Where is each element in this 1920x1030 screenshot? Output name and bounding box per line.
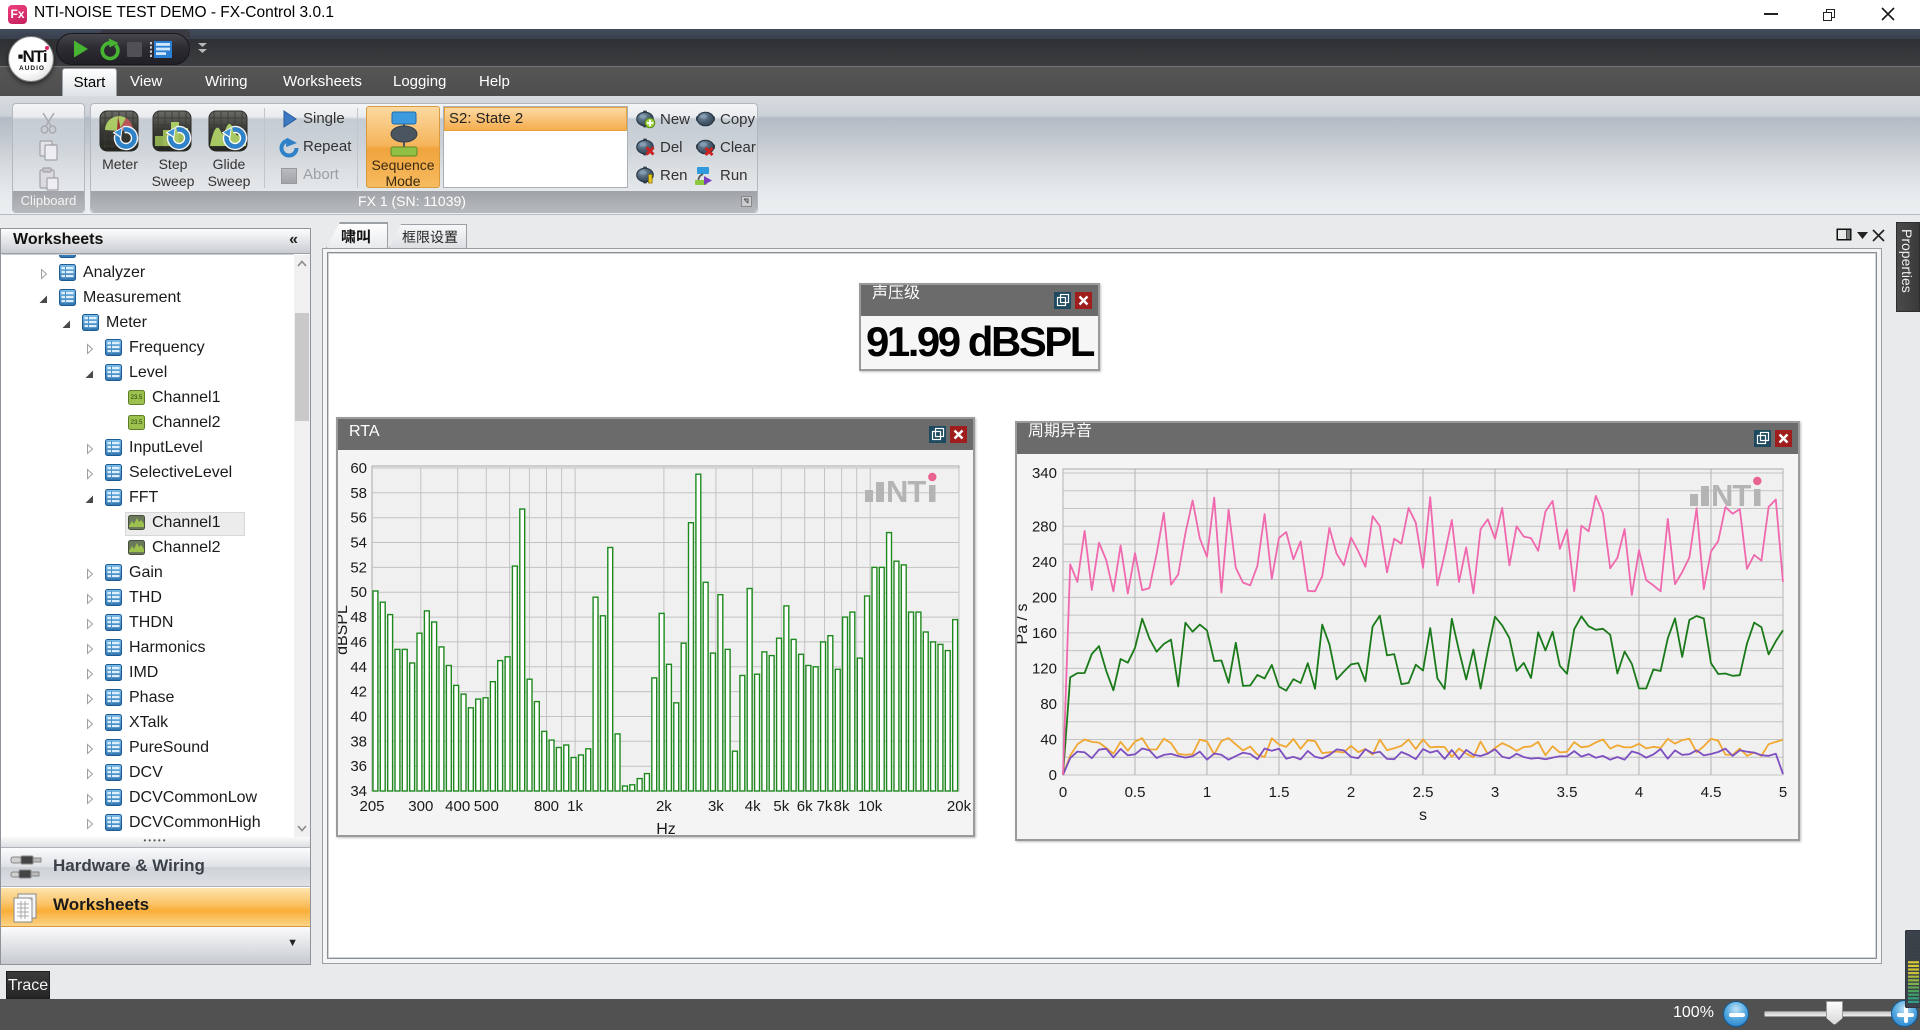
svg-text:4: 4 bbox=[1635, 784, 1643, 801]
svg-text:23.5: 23.5 bbox=[131, 420, 143, 426]
svg-text:5: 5 bbox=[1779, 784, 1787, 801]
svg-text:36: 36 bbox=[350, 758, 367, 775]
svg-text:40: 40 bbox=[350, 709, 367, 726]
svg-text:120: 120 bbox=[1032, 660, 1057, 677]
svg-text:200: 200 bbox=[1032, 589, 1057, 606]
svg-text:Pa / s: Pa / s bbox=[1017, 604, 1031, 645]
svg-text:340: 340 bbox=[1032, 465, 1057, 482]
svg-text:23.5: 23.5 bbox=[131, 395, 143, 401]
svg-text:NT: NT bbox=[1711, 478, 1751, 508]
svg-text:3: 3 bbox=[1491, 784, 1499, 801]
svg-text:s: s bbox=[1419, 807, 1427, 824]
svg-text:280: 280 bbox=[1032, 518, 1057, 535]
svg-text:50: 50 bbox=[350, 584, 367, 601]
svg-text:NT: NT bbox=[886, 474, 926, 504]
svg-text:0.5: 0.5 bbox=[1125, 784, 1146, 801]
svg-text:58: 58 bbox=[350, 485, 367, 502]
svg-text:400: 400 bbox=[445, 798, 470, 815]
svg-text:160: 160 bbox=[1032, 625, 1057, 642]
svg-text:54: 54 bbox=[350, 535, 367, 552]
svg-text:7k: 7k bbox=[817, 798, 833, 815]
svg-text:6k: 6k bbox=[797, 798, 813, 815]
svg-text:Hz: Hz bbox=[656, 821, 676, 834]
svg-text:3.5: 3.5 bbox=[1557, 784, 1578, 801]
svg-text:52: 52 bbox=[350, 559, 367, 576]
svg-text:3k: 3k bbox=[708, 798, 724, 815]
svg-text:300: 300 bbox=[408, 798, 433, 815]
svg-text:205: 205 bbox=[359, 798, 384, 815]
svg-text:800: 800 bbox=[534, 798, 559, 815]
svg-text:1: 1 bbox=[1203, 784, 1211, 801]
svg-text:20k: 20k bbox=[947, 798, 972, 815]
svg-text:44: 44 bbox=[350, 659, 367, 676]
svg-text:8k: 8k bbox=[834, 798, 850, 815]
svg-text:1k: 1k bbox=[567, 798, 583, 815]
svg-text:2.5: 2.5 bbox=[1413, 784, 1434, 801]
svg-text:1.5: 1.5 bbox=[1269, 784, 1290, 801]
svg-text:80: 80 bbox=[1040, 696, 1057, 713]
svg-text:42: 42 bbox=[350, 684, 367, 701]
svg-text:0: 0 bbox=[1059, 784, 1067, 801]
svg-text:5k: 5k bbox=[773, 798, 789, 815]
svg-text:46: 46 bbox=[350, 634, 367, 651]
svg-text:2: 2 bbox=[1347, 784, 1355, 801]
svg-text:48: 48 bbox=[350, 609, 367, 626]
svg-text:240: 240 bbox=[1032, 554, 1057, 571]
svg-text:0: 0 bbox=[1049, 767, 1057, 784]
svg-text:4.5: 4.5 bbox=[1701, 784, 1722, 801]
svg-text:4k: 4k bbox=[745, 798, 761, 815]
svg-text:56: 56 bbox=[350, 510, 367, 527]
svg-text:38: 38 bbox=[350, 733, 367, 750]
svg-text:dBSPL: dBSPL bbox=[338, 605, 351, 655]
svg-text:2k: 2k bbox=[656, 798, 672, 815]
svg-text:10k: 10k bbox=[858, 798, 883, 815]
svg-text:60: 60 bbox=[350, 460, 367, 477]
svg-text:500: 500 bbox=[474, 798, 499, 815]
svg-text:40: 40 bbox=[1040, 732, 1057, 749]
